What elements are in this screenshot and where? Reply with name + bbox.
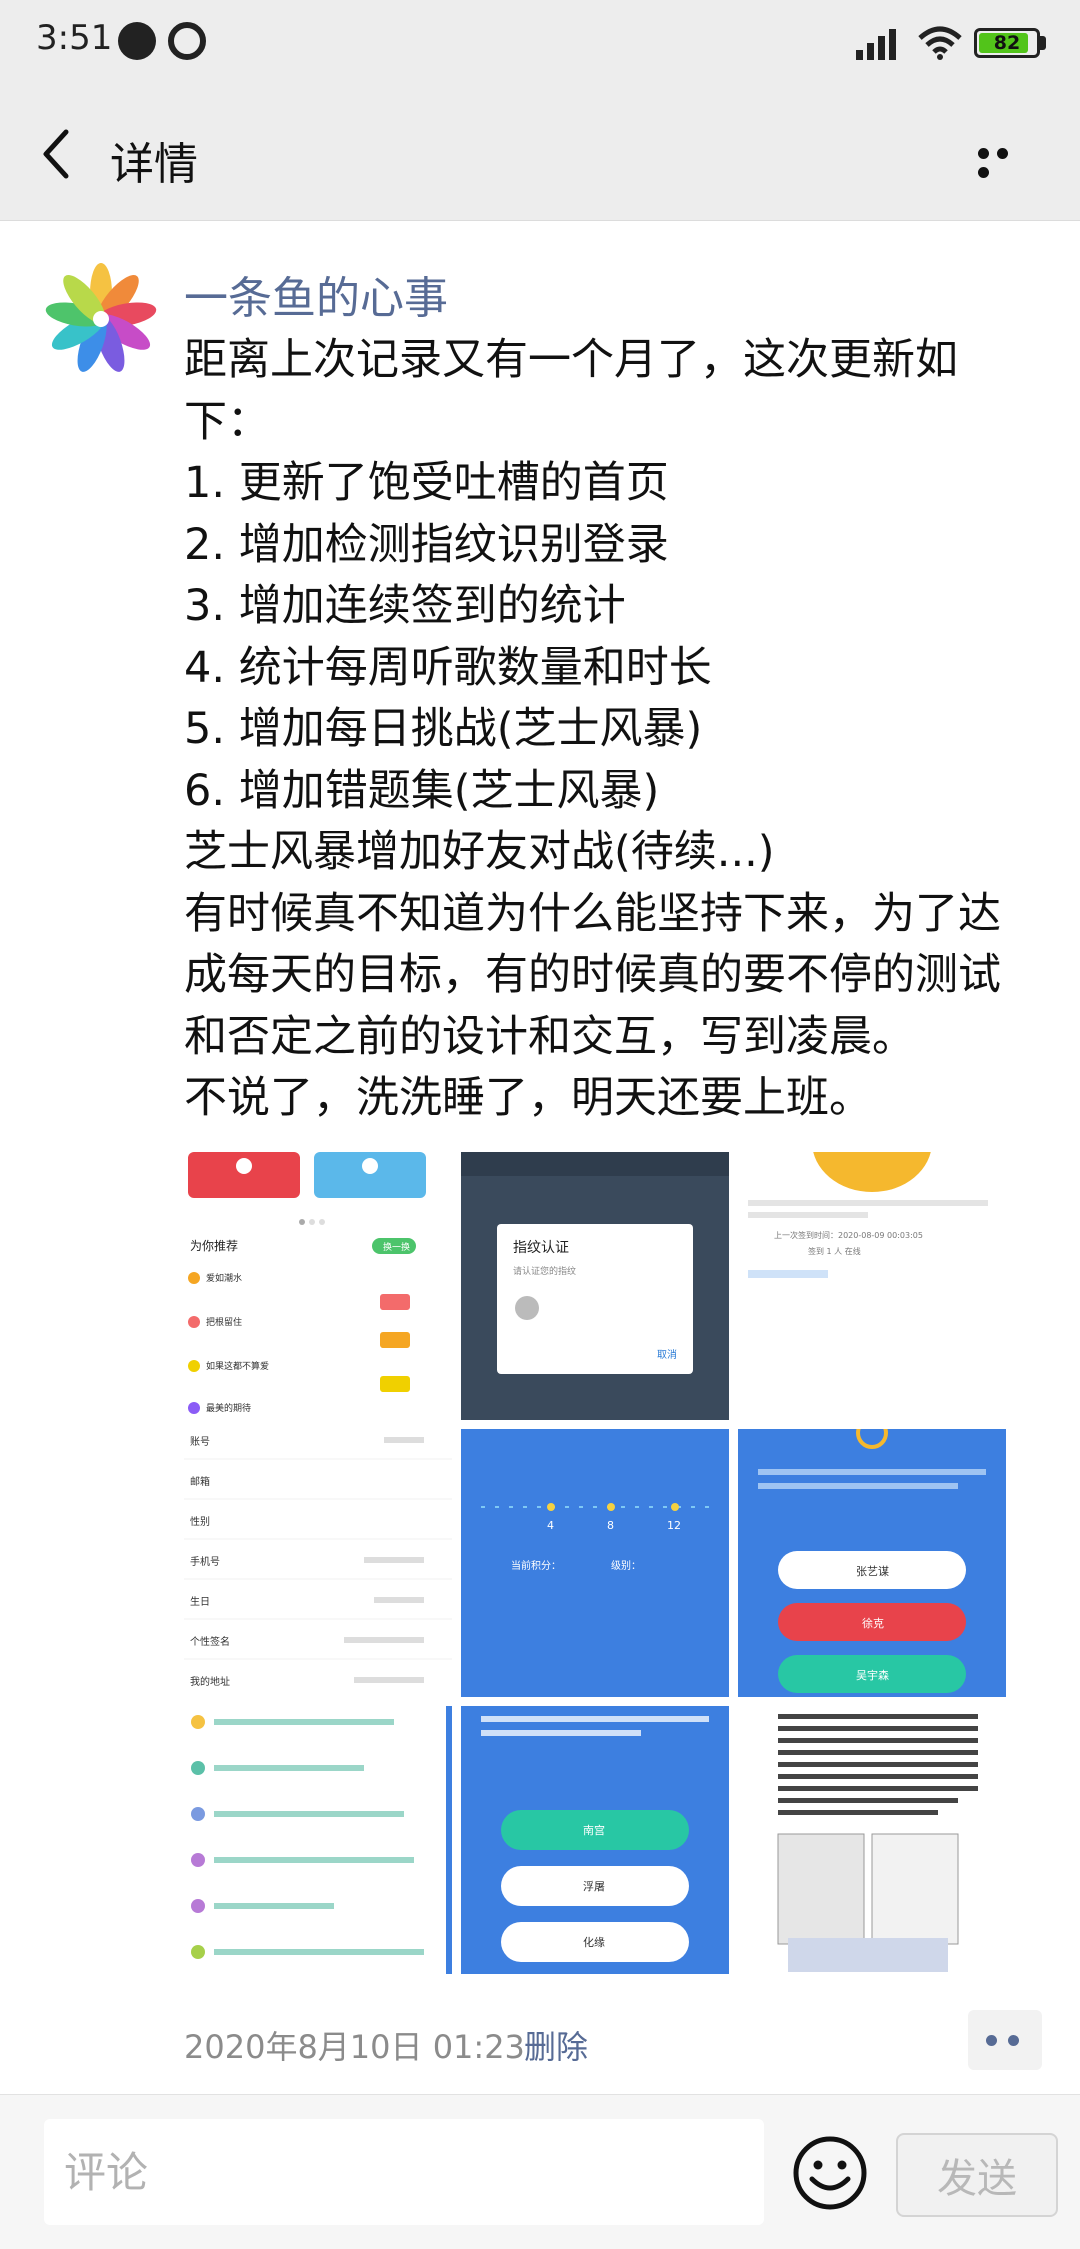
fingerprint-dialog-screenshot[interactable]: 指纹认证 请认证您的指纹 取消 (461, 1152, 729, 1420)
img-text: 上一次签到时间：2020-08-09 00:03:05 (774, 1230, 923, 1240)
post-line: 1. 更新了饱受吐槽的首页 (184, 458, 669, 508)
signal-icon (856, 29, 896, 60)
wrong-answers-screenshot[interactable] (184, 1706, 452, 1974)
dot (978, 148, 989, 159)
post-line: 下： (184, 396, 270, 447)
dot (997, 148, 1008, 159)
img-text: 取消 (657, 1348, 677, 1361)
battery-percent: 82 (993, 32, 1021, 54)
chevron-left-icon[interactable] (30, 126, 86, 182)
comment-action-button[interactable] (968, 2010, 1042, 2070)
nav-bar: 详情 (0, 88, 1080, 221)
more-dots-icon[interactable] (978, 144, 1034, 178)
dot (986, 2035, 997, 2046)
img-text: 指纹认证 (513, 1240, 569, 1256)
post-timestamp: 2020年8月10日 01:23 (184, 2028, 525, 2066)
comment-bar: 发送 (0, 2094, 1080, 2249)
img-text: 手机号 (190, 1555, 220, 1568)
battery-icon: 82 (974, 28, 1040, 58)
emoji-smile-icon[interactable] (792, 2135, 868, 2211)
img-text: 张艺谋 (856, 1565, 889, 1578)
img-text: 生日 (190, 1595, 210, 1608)
img-text: 浮屠 (583, 1880, 605, 1893)
wifi-icon (918, 26, 962, 60)
img-text: 8 (607, 1519, 614, 1532)
post-line: 6. 增加错题集(芝士风暴) (184, 765, 660, 816)
post-line: 芝士风暴增加好友对战(待续...) (184, 827, 775, 877)
img-text: 当前积分： (511, 1559, 561, 1572)
post-text: 距离上次记录又有一个月了，这次更新如 下： 1. 更新了饱受吐槽的首页 2. 增… (184, 330, 1054, 1130)
post-line: 成每天的目标，有的时候真的要不停的测试 (184, 950, 1001, 1000)
post-line: 2. 增加检测指纹识别登录 (184, 519, 669, 570)
img-text: 12 (667, 1519, 681, 1532)
post-line: 距离上次记录又有一个月了，这次更新如 (184, 335, 958, 385)
send-button[interactable]: 发送 (896, 2133, 1058, 2217)
friend-battle-screenshot[interactable]: 南宫 浮屠 化缘 (461, 1706, 729, 1974)
img-text: 换一换 (383, 1241, 410, 1253)
img-text: 请认证您的指纹 (513, 1265, 576, 1277)
battery-tip (1040, 36, 1046, 50)
post-line: 3. 增加连续签到的统计 (184, 581, 626, 631)
weekly-stats-screenshot[interactable]: 4 8 12 当前积分： 级别： (461, 1429, 729, 1697)
post-line: 5. 增加每日挑战(芝士风暴) (184, 704, 703, 754)
signin-location-screenshot[interactable]: 上一次签到时间：2020-08-09 00:03:05 签到 1 人 在线 (738, 1152, 1006, 1420)
comment-input[interactable] (44, 2119, 764, 2225)
img-text: 个性签名 (190, 1635, 230, 1648)
img-text: 级别： (611, 1560, 641, 1572)
img-text: 吴宇森 (856, 1668, 889, 1682)
profile-settings-screenshot[interactable]: 账号 邮箱 性别 手机号 生日 个性签名 我的地址 (184, 1429, 452, 1697)
img-text: 账号 (190, 1436, 210, 1448)
img-text: 签到 1 人 在线 (808, 1246, 861, 1256)
page-title: 详情 (110, 139, 198, 190)
status-time: 3:51 (36, 18, 113, 58)
img-text: 4 (547, 1519, 554, 1532)
post-line: 不说了，洗洗睡了，明天还要上班。 (184, 1073, 872, 1123)
status-bar: 3:51 82 (0, 0, 1080, 88)
dot (978, 167, 989, 178)
daily-challenge-screenshot[interactable]: 张艺谋 徐克 吴宇森 (738, 1429, 1006, 1697)
img-text: 性别 (190, 1515, 210, 1528)
img-text: 化缘 (583, 1935, 605, 1949)
post-line: 和否定之前的设计和交互，写到凌晨。 (184, 1011, 915, 1062)
img-text: 南宫 (583, 1823, 605, 1837)
img-text: 把根留住 (206, 1316, 242, 1328)
sync-icon (168, 22, 206, 60)
code-article-screenshot[interactable] (738, 1706, 1006, 1974)
app-home-screenshot[interactable]: 为你推荐 换一换 爱如潮水 把根留住 如果这都不算爱 最美的期待 (184, 1152, 452, 1420)
img-text: 徐克 (862, 1616, 884, 1630)
dot (1008, 2035, 1019, 2046)
img-text: 我的地址 (190, 1675, 230, 1688)
img-text: 爱如潮水 (206, 1272, 242, 1284)
img-text: 如果这都不算爱 (206, 1360, 269, 1372)
img-text: 为你推荐 (190, 1239, 238, 1253)
post-line: 有时候真不知道为什么能坚持下来，为了达 (184, 888, 1001, 939)
img-text: 最美的期待 (206, 1402, 251, 1414)
avatar[interactable] (40, 258, 162, 380)
img-text: 邮箱 (190, 1475, 210, 1488)
paper-plane-icon (118, 22, 156, 60)
post-line: 4. 统计每周听歌数量和时长 (184, 642, 712, 693)
poster-name[interactable]: 一条鱼的心事 (184, 262, 448, 326)
delete-link[interactable]: 删除 (524, 2022, 588, 2068)
image-grid: 为你推荐 换一换 爱如潮水 把根留住 如果这都不算爱 最美的期待 指纹认证 请认… (184, 1152, 1006, 1974)
